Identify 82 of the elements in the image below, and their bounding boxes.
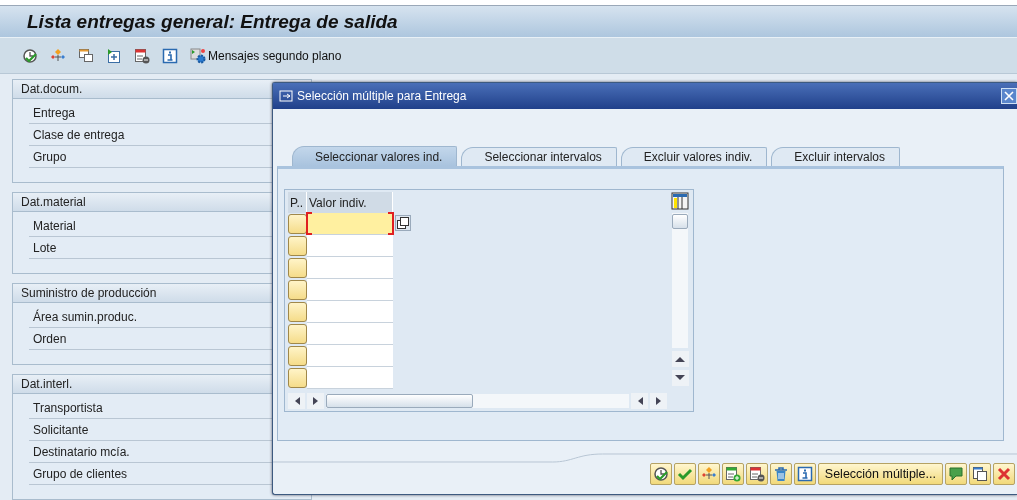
tab[interactable]: Seleccionar valores ind. xyxy=(292,146,458,166)
info-icon xyxy=(796,466,813,482)
scroll-up-button[interactable] xyxy=(671,351,689,367)
scroll-left-button[interactable] xyxy=(288,392,305,409)
row-minus-icon[interactable] xyxy=(134,47,150,64)
dialog-title: Selección múltiple para Entrega xyxy=(297,89,468,103)
row-selector[interactable] xyxy=(288,302,307,322)
left-arrow-icon xyxy=(636,396,643,405)
column-layout-icon[interactable] xyxy=(671,192,689,210)
row-plus-icon xyxy=(724,466,741,482)
field-label: Grupo xyxy=(33,150,67,164)
field-label: Grupo de clientes xyxy=(33,467,128,481)
cancel-button[interactable] xyxy=(993,463,1015,485)
right-arrow-icon xyxy=(655,396,662,405)
tab[interactable]: Excluir intervalos xyxy=(771,147,900,166)
diamond-nodes-icon[interactable] xyxy=(50,47,66,64)
windows-icon[interactable] xyxy=(78,47,94,64)
close-button[interactable] xyxy=(1001,88,1017,104)
field-label: Transportista xyxy=(33,401,103,415)
tab[interactable]: Excluir valores indiv. xyxy=(620,147,768,166)
trash-icon xyxy=(772,466,789,482)
input-field[interactable] xyxy=(307,257,393,279)
copy-icon xyxy=(397,217,409,229)
row-selector[interactable] xyxy=(288,346,307,366)
row-selector[interactable] xyxy=(288,280,307,300)
row-selector[interactable] xyxy=(288,258,307,278)
close-icon xyxy=(996,466,1012,482)
scroll-right-button[interactable] xyxy=(650,392,667,409)
field-label: Lote xyxy=(33,241,57,255)
clock-check-icon xyxy=(652,466,669,482)
left-arrow-icon xyxy=(293,396,300,405)
field-label: Entrega xyxy=(33,106,76,120)
input-field[interactable] xyxy=(307,345,393,367)
field-label: Clase de entrega xyxy=(33,128,125,142)
hierarchy-button[interactable] xyxy=(697,463,720,485)
copy-icon xyxy=(972,466,988,482)
copy-button[interactable] xyxy=(969,463,991,485)
row-selector[interactable] xyxy=(288,324,307,344)
field-label: Material xyxy=(33,219,76,233)
input-field[interactable] xyxy=(307,213,393,235)
comment-button[interactable] xyxy=(945,463,967,485)
execute-button[interactable] xyxy=(649,463,672,485)
scroll-right-button[interactable] xyxy=(307,392,324,409)
table-plus-icon[interactable] xyxy=(106,47,122,64)
input-field[interactable] xyxy=(307,367,393,389)
multiple-selection-button[interactable] xyxy=(395,215,411,231)
input-field[interactable] xyxy=(307,323,393,345)
row-minus-icon xyxy=(748,466,765,482)
window-icon xyxy=(279,90,293,102)
scroll-thumb[interactable] xyxy=(326,393,473,408)
diamond-nodes-icon xyxy=(700,466,717,482)
confirm-button[interactable] xyxy=(673,463,696,485)
scroll-down-button[interactable] xyxy=(671,370,689,386)
input-field[interactable] xyxy=(307,279,393,301)
gear-icon xyxy=(190,47,206,64)
field-label: Solicitante xyxy=(33,423,89,437)
scroll-thumb[interactable] xyxy=(672,214,688,229)
tab[interactable]: Seleccionar intervalos xyxy=(461,147,617,166)
down-arrow-icon xyxy=(675,375,685,381)
vertical-scrollbar[interactable] xyxy=(672,213,688,348)
insert-row-button[interactable] xyxy=(721,463,744,485)
up-arrow-icon xyxy=(675,356,685,362)
field-label: Área sumin.produc. xyxy=(33,310,138,324)
horizontal-scrollbar[interactable] xyxy=(326,393,629,408)
speech-bubble-icon xyxy=(948,466,964,482)
background-messages-button[interactable]: Mensajes segundo plano xyxy=(190,47,342,64)
right-arrow-icon xyxy=(312,396,319,405)
input-field[interactable] xyxy=(307,235,393,257)
input-field[interactable] xyxy=(307,301,393,323)
multiple-selection-button[interactable]: Selección múltiple... xyxy=(817,463,943,485)
clock-check-icon[interactable] xyxy=(22,47,38,64)
delete-button[interactable] xyxy=(769,463,792,485)
scroll-left-button[interactable] xyxy=(631,392,648,409)
field-label: Orden xyxy=(33,332,67,346)
window-title: Lista entregas general: Entrega de salida xyxy=(27,10,398,33)
field-label: Destinatario mcía. xyxy=(33,445,130,459)
delete-row-button[interactable] xyxy=(745,463,768,485)
info-button[interactable] xyxy=(793,463,816,485)
info-icon[interactable] xyxy=(162,47,178,64)
close-icon xyxy=(1004,91,1014,101)
checkmark-icon xyxy=(676,466,693,482)
row-selector[interactable] xyxy=(288,236,307,256)
